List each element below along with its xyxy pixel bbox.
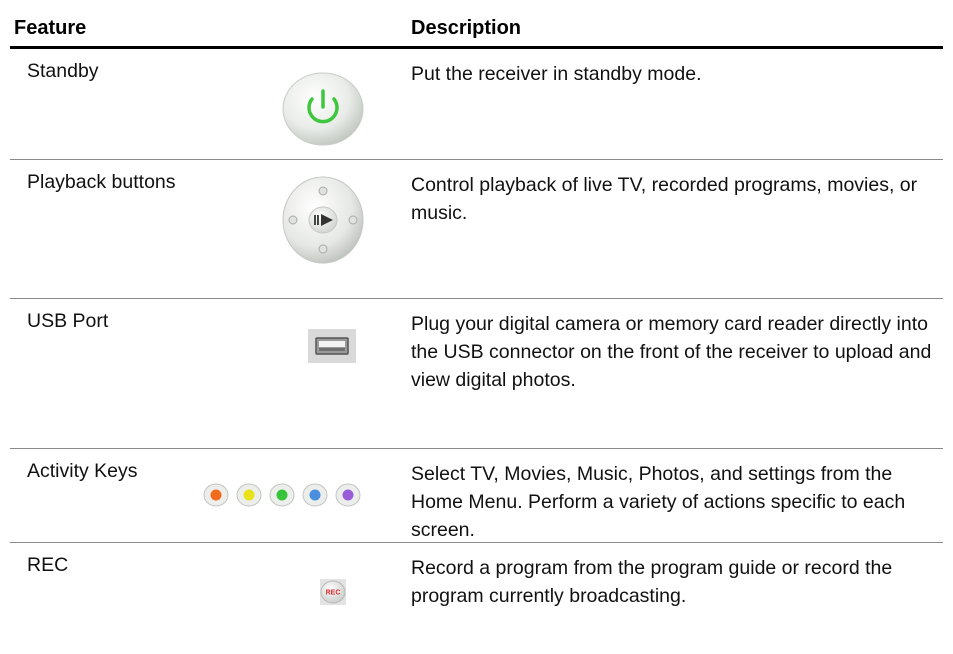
table-row-activity-keys: Activity Keys Select TV, Movies, Music, … xyxy=(10,449,943,541)
feature-label: Activity Keys xyxy=(27,460,138,482)
activity-key-1 xyxy=(203,483,229,507)
usb-port-icon xyxy=(308,329,356,368)
table-row-standby: Standby Put the receiver in standby mode… xyxy=(10,49,943,149)
power-icon xyxy=(279,69,367,152)
table-header: Feature Description xyxy=(10,0,943,46)
table-row-usb-port: USB Port Plug your digital camera or mem… xyxy=(10,299,943,447)
table-row-rec: REC REC Record a program from the progra… xyxy=(10,543,943,651)
feature-description: Record a program from the program guide … xyxy=(411,557,893,607)
playback-pad-icon xyxy=(281,175,365,270)
feature-label: Standby xyxy=(27,60,99,82)
feature-table: Feature Description Standby Put the rece… xyxy=(10,0,943,654)
header-feature: Feature xyxy=(14,17,87,39)
activity-keys-icon xyxy=(202,482,364,513)
rec-badge-text: REC xyxy=(326,590,341,597)
feature-label: Playback buttons xyxy=(27,171,176,193)
feature-label: REC xyxy=(27,554,69,576)
feature-description: Control playback of live TV, recorded pr… xyxy=(411,174,918,224)
activity-key-5 xyxy=(335,483,361,507)
feature-description: Select TV, Movies, Music, Photos, and se… xyxy=(411,463,906,541)
activity-key-4 xyxy=(302,483,328,507)
header-description: Description xyxy=(411,17,522,39)
activity-key-2 xyxy=(236,483,262,507)
rec-button-icon: REC xyxy=(320,579,346,610)
feature-label: USB Port xyxy=(27,310,109,332)
table-row-playback: Playback buttons Control playback of liv… xyxy=(10,160,943,280)
activity-key-3 xyxy=(269,483,295,507)
feature-description: Put the receiver in standby mode. xyxy=(411,63,702,85)
feature-description: Plug your digital camera or memory card … xyxy=(411,313,932,391)
